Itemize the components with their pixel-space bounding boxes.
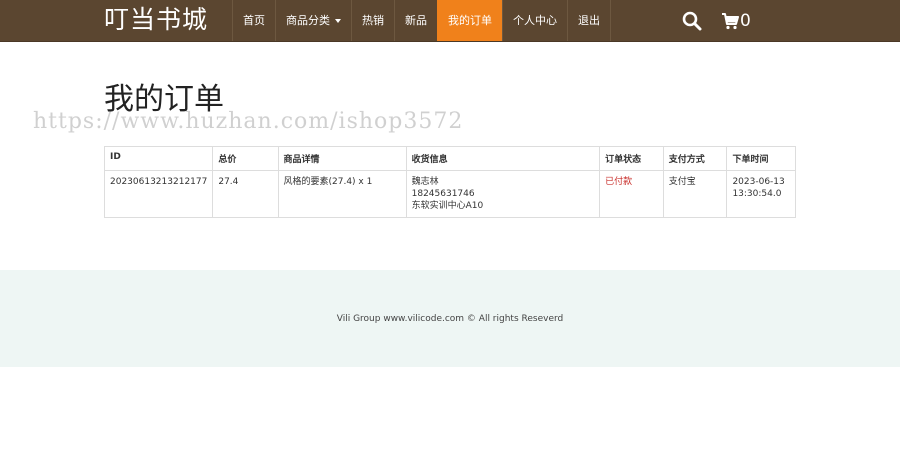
- nav-profile[interactable]: 个人中心: [502, 0, 567, 41]
- receiver-address: 东软实训中心A10: [411, 201, 484, 211]
- nav-hot[interactable]: 热销: [351, 0, 394, 41]
- table-row: 20230613213212177 27.4 风格的要素(27.4) x 1 魏…: [103, 170, 796, 218]
- nav-logout[interactable]: 退出: [567, 0, 611, 41]
- col-header-date: 下单时间: [726, 146, 796, 171]
- nav-new-label: 新品: [405, 14, 427, 27]
- order-shipping: 魏志林 18245631746 东软实训中心A10: [405, 170, 601, 218]
- orders-table: ID 总价 商品详情 收货信息 订单状态 支付方式 下单时间 202306132…: [103, 146, 796, 218]
- nav-home[interactable]: 首页: [232, 0, 275, 41]
- order-date: 2023-06-13: [732, 177, 785, 187]
- nav-categories[interactable]: 商品分类: [275, 0, 351, 41]
- order-time: 13:30:54.0: [732, 189, 782, 199]
- col-header-status: 订单状态: [599, 146, 664, 171]
- order-payment: 支付宝: [662, 170, 728, 218]
- page-title: 我的订单: [104, 82, 224, 117]
- order-total: 27.4: [212, 170, 279, 218]
- main-nav: 首页 商品分类 热销 新品 我的订单 个人中心 退出: [232, 0, 611, 41]
- caret-down-icon: [335, 19, 341, 23]
- navbar: 叮当书城 首页 商品分类 热销 新品 我的订单 个人中心 退出 0: [0, 0, 900, 42]
- search-icon[interactable]: [681, 10, 703, 32]
- cart-count: 0: [740, 11, 751, 31]
- table-header-row: ID 总价 商品详情 收货信息 订单状态 支付方式 下单时间: [103, 146, 796, 171]
- col-header-details: 商品详情: [277, 146, 407, 171]
- cart-button[interactable]: 0: [721, 9, 751, 33]
- receiver-name: 魏志林: [411, 177, 439, 187]
- col-header-shipping: 收货信息: [405, 146, 601, 171]
- footer-copyright: Vili Group www.vilicode.com © All rights…: [336, 314, 564, 324]
- col-header-total: 总价: [212, 146, 279, 171]
- order-details: 风格的要素(27.4) x 1: [277, 170, 407, 218]
- watermark: https://www.huzhan.com/ishop3572: [33, 109, 464, 134]
- nav-new[interactable]: 新品: [394, 0, 437, 41]
- nav-profile-label: 个人中心: [513, 14, 557, 27]
- nav-home-label: 首页: [243, 14, 265, 27]
- nav-hot-label: 热销: [362, 14, 384, 27]
- nav-my-orders-label: 我的订单: [448, 14, 492, 27]
- nav-categories-label: 商品分类: [286, 14, 330, 27]
- col-header-payment: 支付方式: [662, 146, 728, 171]
- order-id: 20230613213212177: [103, 170, 214, 218]
- receiver-phone: 18245631746: [411, 189, 475, 199]
- footer: Vili Group www.vilicode.com © All rights…: [0, 270, 900, 367]
- order-datetime: 2023-06-13 13:30:54.0: [726, 170, 796, 218]
- col-header-id: ID: [103, 146, 214, 171]
- nav-my-orders[interactable]: 我的订单: [437, 0, 502, 41]
- cart-icon: [722, 13, 739, 30]
- brand-logo[interactable]: 叮当书城: [104, 2, 208, 38]
- nav-logout-label: 退出: [578, 14, 600, 27]
- order-status: 已付款: [599, 170, 664, 218]
